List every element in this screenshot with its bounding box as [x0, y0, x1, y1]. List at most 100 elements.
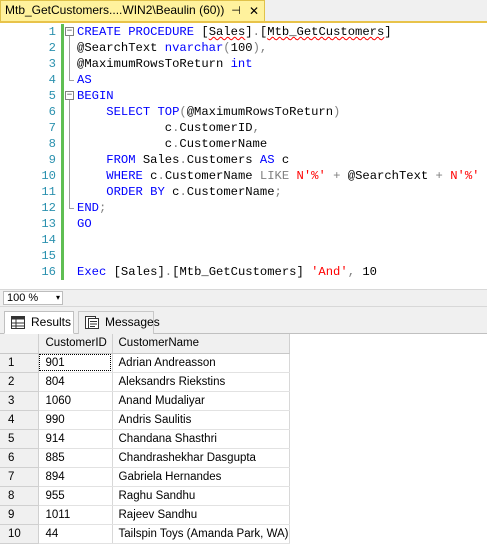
code-text: @SearchText nvarchar(100), — [77, 41, 268, 55]
code-line[interactable]: 2 @SearchText nvarchar(100), — [0, 40, 487, 56]
cell-customername[interactable]: Rajeev Sandhu — [112, 505, 290, 525]
close-icon[interactable]: ✕ — [247, 4, 261, 18]
line-number: 8 — [48, 137, 56, 151]
table-row[interactable]: 6 885 Chandrashekhar Dasgupta — [0, 448, 290, 468]
code-text: @MaximumRowsToReturn int — [77, 57, 253, 71]
code-text: Exec [Sales].[Mtb_GetCustomers] 'And', 1… — [77, 265, 377, 279]
code-line[interactable]: 10 WHERE c.CustomerName LIKE N'%' + @Sea… — [0, 168, 487, 184]
table-row[interactable]: 9 1011 Rajeev Sandhu — [0, 505, 290, 525]
cell-customername[interactable]: Chandana Shasthri — [112, 429, 290, 449]
tab-title: Mtb_GetCustomers....WIN2\Beaulin (60)) — [5, 3, 225, 17]
code-text: FROM Sales.Customers AS c — [106, 153, 290, 167]
row-number-header[interactable] — [0, 334, 39, 354]
cell-customerid[interactable]: 1060 — [38, 391, 113, 411]
code-line[interactable]: 16 Exec [Sales].[Mtb_GetCustomers] 'And',… — [0, 264, 487, 280]
results-grid[interactable]: CustomerID CustomerName 1 901 Adrian Andre… — [0, 334, 487, 555]
results-tab-strip: Results Messages — [0, 307, 487, 334]
fold-guide — [69, 36, 70, 80]
line-number: 5 — [48, 89, 56, 103]
code-line[interactable]: 3 @MaximumRowsToReturn int — [0, 56, 487, 72]
code-text: CREATE PROCEDURE [Sales].[Mtb_GetCustome… — [77, 25, 392, 39]
table-row[interactable]: 7 894 Gabriela Hernandes — [0, 467, 290, 487]
row-number[interactable]: 1 — [0, 353, 39, 373]
line-number: 6 — [48, 105, 56, 119]
table-row[interactable]: 4 990 Andris Saulitis — [0, 410, 290, 430]
zoom-dropdown[interactable]: 100 % ▾ — [3, 291, 63, 305]
code-line[interactable]: 14 — [0, 232, 487, 248]
row-number[interactable]: 9 — [0, 505, 39, 525]
cell-customername[interactable]: Anand Mudaliyar — [112, 391, 290, 411]
row-number[interactable]: 2 — [0, 372, 39, 392]
cell-customerid[interactable]: 44 — [38, 524, 113, 544]
line-number: 9 — [48, 153, 56, 167]
line-number: 14 — [41, 233, 56, 247]
cell-customername[interactable]: Tailspin Toys (Amanda Park, WA) — [112, 524, 290, 544]
code-text: SELECT TOP(@MaximumRowsToReturn) — [106, 105, 341, 119]
editor-status-bar: 100 % ▾ — [0, 289, 487, 307]
line-number: 12 — [41, 201, 56, 215]
tab-messages[interactable]: Messages — [78, 311, 160, 334]
table-row[interactable]: 2 804 Aleksandrs Riekstins — [0, 372, 290, 392]
code-text: ORDER BY c.CustomerName; — [106, 185, 282, 199]
row-number[interactable]: 7 — [0, 467, 39, 487]
cell-customerid[interactable]: 990 — [38, 410, 113, 430]
row-number[interactable]: 4 — [0, 410, 39, 430]
cell-customername[interactable]: Raghu Sandhu — [112, 486, 290, 506]
fold-toggle-icon[interactable]: − — [65, 27, 74, 36]
sql-query-editor[interactable]: 1 CREATE PROCEDURE [Sales].[Mtb_GetCustom… — [0, 23, 487, 289]
code-line[interactable]: 7 c.CustomerID, — [0, 120, 487, 136]
chevron-down-icon: ▾ — [55, 293, 60, 302]
column-header-customerid[interactable]: CustomerID — [38, 334, 113, 354]
table-row[interactable]: 5 914 Chandana Shasthri — [0, 429, 290, 449]
code-line[interactable]: 8 c.CustomerName — [0, 136, 487, 152]
column-header-customername[interactable]: CustomerName — [112, 334, 290, 354]
fold-toggle-icon[interactable]: − — [65, 91, 74, 100]
cell-customername[interactable]: Gabriela Hernandes — [112, 467, 290, 487]
cell-customername[interactable]: Adrian Andreasson — [112, 353, 290, 373]
horizontal-scrollbar[interactable] — [68, 294, 487, 302]
line-number: 2 — [48, 41, 56, 55]
code-text: AS — [77, 73, 92, 87]
row-number[interactable]: 10 — [0, 524, 39, 544]
fold-guide — [69, 100, 70, 208]
line-number: 1 — [48, 25, 56, 39]
cell-customerid[interactable]: 955 — [38, 486, 113, 506]
code-text: WHERE c.CustomerName LIKE N'%' + @Search… — [106, 169, 480, 183]
fold-end-mark — [69, 80, 74, 81]
line-number: 3 — [48, 57, 56, 71]
pin-icon[interactable]: ⊣ — [229, 4, 243, 18]
table-row[interactable]: 8 955 Raghu Sandhu — [0, 486, 290, 506]
row-number[interactable]: 3 — [0, 391, 39, 411]
cell-customerid[interactable]: 885 — [38, 448, 113, 468]
line-number: 11 — [41, 185, 56, 199]
table-row[interactable]: 3 1060 Anand Mudaliyar — [0, 391, 290, 411]
code-text: BEGIN — [77, 89, 114, 103]
header-row: CustomerID CustomerName — [0, 334, 290, 354]
messages-icon — [85, 316, 99, 329]
table-row[interactable]: 1 901 Adrian Andreasson — [0, 353, 290, 373]
code-text: GO — [77, 217, 92, 231]
cell-customerid[interactable]: 901 — [38, 353, 113, 373]
cell-customerid[interactable]: 914 — [38, 429, 113, 449]
row-number[interactable]: 6 — [0, 448, 39, 468]
tab-results[interactable]: Results — [4, 311, 74, 334]
zoom-value: 100 % — [7, 292, 39, 304]
cell-customername[interactable]: Chandrashekhar Dasgupta — [112, 448, 290, 468]
query-document-tab[interactable]: Mtb_GetCustomers....WIN2\Beaulin (60)) ⊣… — [0, 0, 265, 21]
cell-customerid[interactable]: 894 — [38, 467, 113, 487]
line-number: 13 — [41, 217, 56, 231]
grid-icon — [11, 316, 25, 329]
code-line[interactable]: 15 — [0, 248, 487, 264]
cell-customerid[interactable]: 1011 — [38, 505, 113, 525]
row-number[interactable]: 8 — [0, 486, 39, 506]
cell-customername[interactable]: Aleksandrs Riekstins — [112, 372, 290, 392]
cell-customerid[interactable]: 804 — [38, 372, 113, 392]
row-number[interactable]: 5 — [0, 429, 39, 449]
code-line[interactable]: 6 SELECT TOP(@MaximumRowsToReturn) — [0, 104, 487, 120]
cell-customername[interactable]: Andris Saulitis — [112, 410, 290, 430]
code-line[interactable]: 13 GO — [0, 216, 487, 232]
code-line[interactable]: 9 FROM Sales.Customers AS c — [0, 152, 487, 168]
tab-messages-label: Messages — [105, 315, 160, 329]
code-line[interactable]: 11 ORDER BY c.CustomerName; — [0, 184, 487, 200]
table-row[interactable]: 10 44 Tailspin Toys (Amanda Park, WA) — [0, 524, 290, 544]
